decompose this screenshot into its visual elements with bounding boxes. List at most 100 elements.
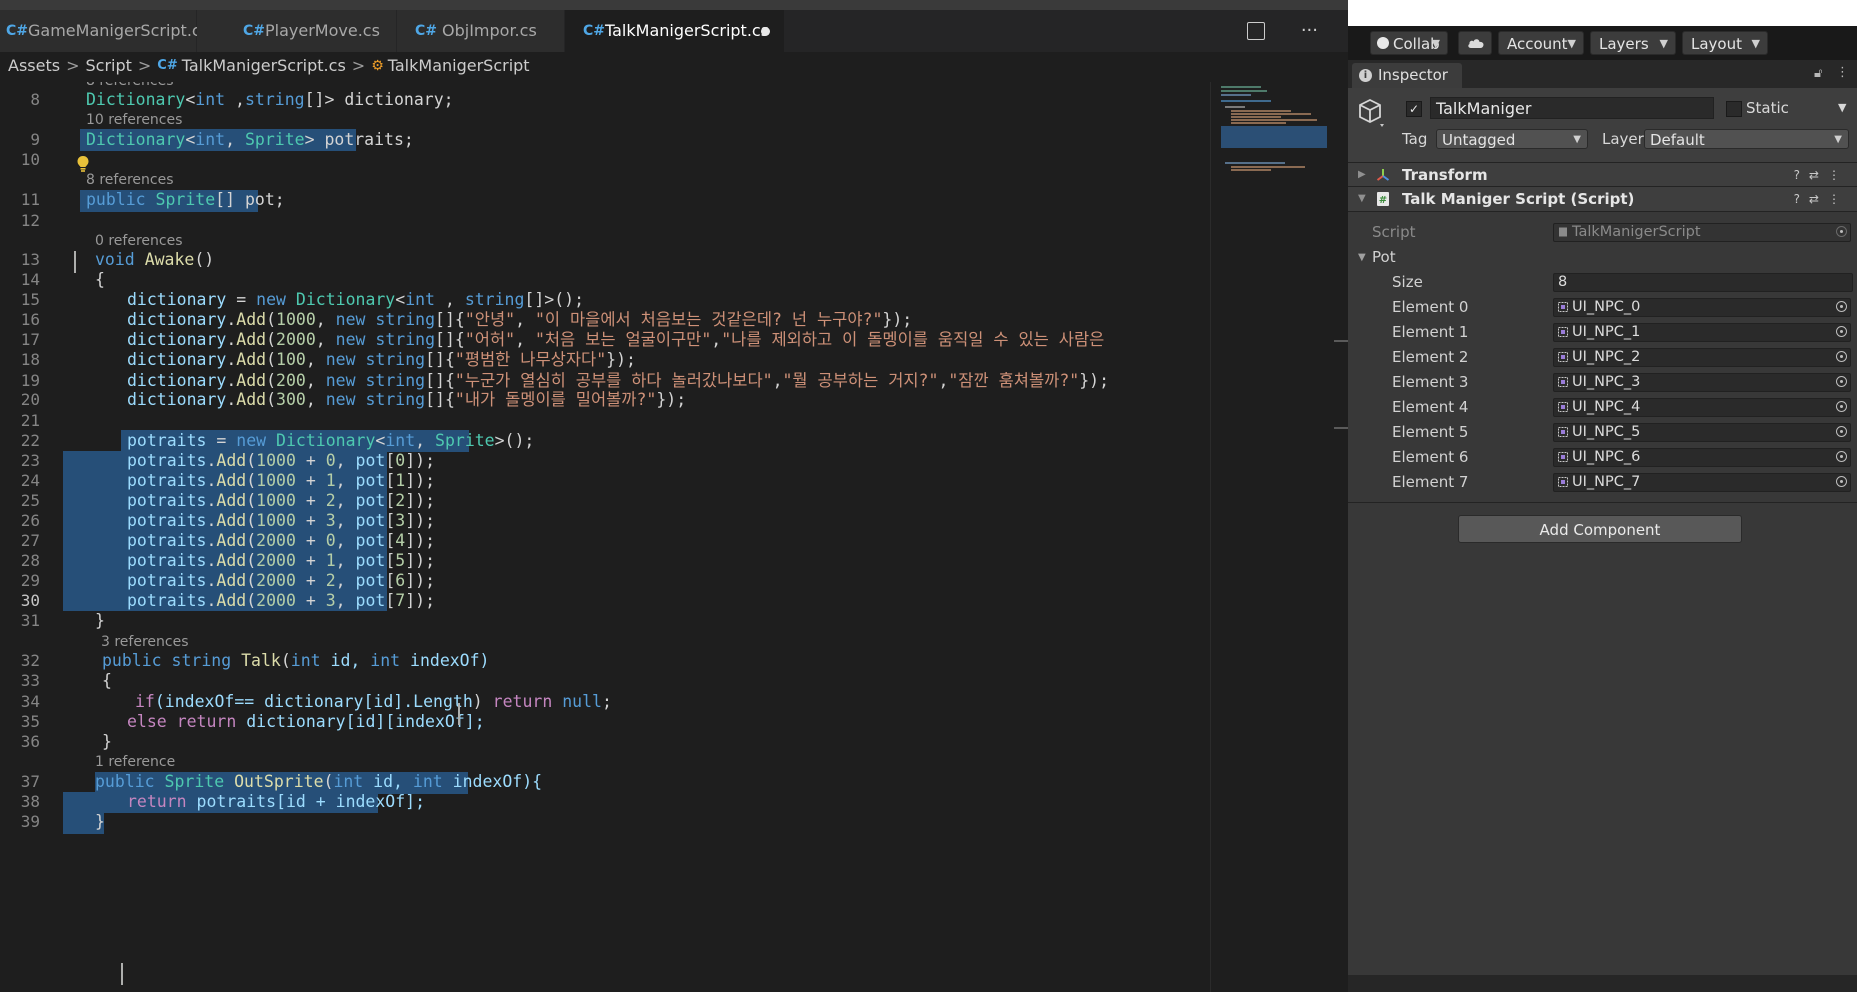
sprite-field[interactable]: UI_NPC_6 <box>1553 448 1851 467</box>
lock-icon[interactable]: 🔓︎ <box>1814 66 1822 81</box>
layout-label: Layout <box>1691 35 1742 53</box>
fold-down-icon[interactable]: ▼ <box>1358 247 1366 268</box>
code-area[interactable]: 8 references 10 references 8 references … <box>0 82 1210 992</box>
code-line-36: } <box>102 732 112 751</box>
layout-dropdown[interactable]: Layout ▼ <box>1682 31 1768 55</box>
class-icon: ⚙ <box>371 58 384 74</box>
tag-dropdown[interactable]: Untagged ▼ <box>1436 129 1588 149</box>
tab-playermove[interactable]: C# PlayerMove.cs <box>197 10 397 52</box>
status-strip <box>1348 975 1857 992</box>
breadcrumb-item-script[interactable]: Script <box>85 52 131 80</box>
add-component-button[interactable]: Add Component <box>1458 515 1742 543</box>
breadcrumb-item-assets[interactable]: Assets <box>0 52 60 80</box>
element-row: Element 5 UI_NPC_5 <box>1348 422 1857 443</box>
component-header-icons[interactable]: ?⇄⋮ <box>1794 187 1849 211</box>
inspector-tab-bar: i Inspector 🔓︎ ⋮ <box>1348 60 1857 88</box>
collab-icon <box>1377 37 1389 49</box>
split-editor-icon[interactable]: ⫽ <box>1247 22 1266 40</box>
tab-gamemanigerscript[interactable]: C# GameManigerScript.cs <box>0 10 209 52</box>
static-checkbox[interactable] <box>1726 101 1742 117</box>
object-picker-icon[interactable] <box>1836 301 1847 312</box>
chevron-right-icon: > <box>351 56 366 75</box>
lightbulb-icon[interactable] <box>76 155 90 173</box>
text-cursor <box>458 703 460 725</box>
gameobject-name-input[interactable]: TalkManiger <box>1430 97 1714 119</box>
size-input[interactable]: 8 <box>1553 273 1853 292</box>
line-number: 39 <box>20 812 40 831</box>
code-line-33: { <box>102 671 112 690</box>
tab-objimpor[interactable]: C# ObjImpor.cs <box>397 10 565 52</box>
sprite-field[interactable]: UI_NPC_0 <box>1553 298 1851 317</box>
sprite-field[interactable]: UI_NPC_4 <box>1553 398 1851 417</box>
caret-down-icon: ▼ <box>1834 134 1842 145</box>
code-line-39: } <box>95 812 105 831</box>
element-row: Element 2 UI_NPC_2 <box>1348 347 1857 368</box>
breadcrumb-item-file[interactable]: TalkManigerScript.cs <box>182 52 346 80</box>
pot-foldout[interactable]: ▼ Pot <box>1348 247 1857 268</box>
object-picker-icon[interactable] <box>1836 376 1847 387</box>
tab-inspector[interactable]: i Inspector <box>1352 63 1462 88</box>
sprite-field[interactable]: UI_NPC_7 <box>1553 473 1851 492</box>
script-icon: # <box>1377 192 1389 206</box>
component-header-icons[interactable]: ?⇄⋮ <box>1794 163 1849 187</box>
sprite-field[interactable]: UI_NPC_2 <box>1553 348 1851 367</box>
talkmaniger-component-header[interactable]: ▼ # Talk Maniger Script (Script) ?⇄⋮ <box>1348 186 1857 212</box>
gameobject-header: ✓ TalkManiger Static ▼ Tag Untagged ▼ La… <box>1348 88 1857 163</box>
csharp-file-icon: C# <box>157 58 178 73</box>
caret-down-icon[interactable]: ▼ <box>1838 96 1846 120</box>
layers-dropdown[interactable]: Layers ▼ <box>1590 31 1676 55</box>
layer-value: Default <box>1650 131 1705 149</box>
text-cursor <box>74 251 76 273</box>
cloud-button[interactable] <box>1458 31 1492 55</box>
element-row: Element 6 UI_NPC_6 <box>1348 447 1857 468</box>
layer-dropdown[interactable]: Default ▼ <box>1644 129 1849 149</box>
element-row: Element 3 UI_NPC_3 <box>1348 372 1857 393</box>
code-line-35: else return dictionary[id][indexOf]; <box>127 712 485 731</box>
script-file-icon <box>1559 227 1567 237</box>
account-dropdown[interactable]: Account ▼ <box>1498 31 1584 55</box>
element-value: UI_NPC_4 <box>1572 399 1641 415</box>
object-picker-icon[interactable] <box>1836 401 1847 412</box>
code-line-31: } <box>95 611 105 630</box>
sprite-field[interactable]: UI_NPC_3 <box>1553 373 1851 392</box>
fold-down-icon[interactable]: ▼ <box>1358 187 1366 211</box>
object-picker-icon[interactable] <box>1836 476 1847 487</box>
pot-label: Pot <box>1372 248 1396 266</box>
codelens-references[interactable]: 1 reference <box>95 752 175 772</box>
kebab-menu-icon[interactable]: ⋮ <box>1836 65 1849 80</box>
more-actions-icon[interactable]: ··· <box>1301 20 1318 41</box>
fold-right-icon[interactable]: ▶ <box>1358 163 1366 187</box>
vertical-scrollbar[interactable] <box>1334 82 1348 992</box>
object-picker-icon[interactable] <box>1836 451 1847 462</box>
transform-title: Transform <box>1402 166 1488 184</box>
sprite-field[interactable]: UI_NPC_5 <box>1553 423 1851 442</box>
chevron-right-icon: > <box>66 56 80 75</box>
inspector-tab-label: Inspector <box>1378 66 1448 84</box>
code-line-13: void Awake() <box>95 250 215 269</box>
script-label: Script <box>1372 223 1416 241</box>
active-checkbox[interactable]: ✓ <box>1406 101 1422 117</box>
collab-button[interactable]: Collab ▼ <box>1370 31 1448 55</box>
tag-label: Tag <box>1402 130 1428 148</box>
code-line-14: { <box>95 270 105 289</box>
object-picker-icon[interactable] <box>1836 326 1847 337</box>
object-picker-icon[interactable] <box>1836 351 1847 362</box>
csharp-file-icon: C# <box>243 23 266 39</box>
unsaved-dot-icon[interactable] <box>761 27 770 36</box>
element-label: Element 6 <box>1392 448 1469 466</box>
transform-component-header[interactable]: ▶ Transform ?⇄⋮ <box>1348 162 1857 188</box>
codelens-references[interactable]: 10 references <box>86 110 182 130</box>
editor-tab-bar: C# GameManigerScript.cs C# PlayerMove.cs… <box>0 10 1348 52</box>
object-picker-icon[interactable] <box>1836 426 1847 437</box>
minimap[interactable] <box>1210 82 1339 992</box>
transform-icon <box>1376 169 1390 181</box>
line-number: 10 <box>20 150 40 169</box>
caret-down-icon: ▼ <box>1751 37 1760 50</box>
tab-talkmanigerscript[interactable]: C# TalkManigerScript.cs <box>565 10 785 52</box>
breadcrumb-item-class[interactable]: TalkManigerScript <box>388 52 530 80</box>
element-label: Element 4 <box>1392 398 1469 416</box>
sprite-field[interactable]: UI_NPC_1 <box>1553 323 1851 342</box>
element-value: UI_NPC_2 <box>1572 349 1641 365</box>
unity-inspector-window: Collab ▼ Account ▼ Layers ▼ Layout ▼ i I… <box>1348 0 1857 992</box>
codelens-references[interactable]: 8 references <box>86 170 174 190</box>
